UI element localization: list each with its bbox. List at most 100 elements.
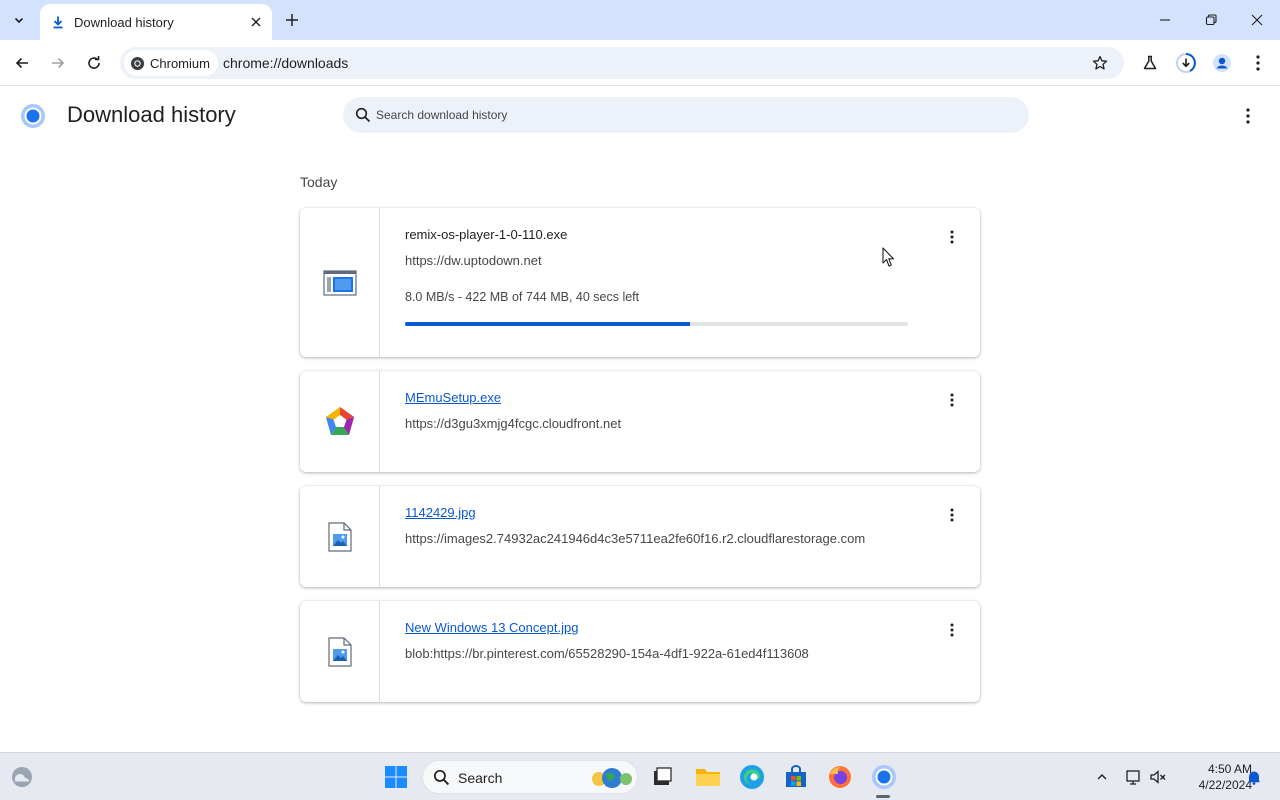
restore-button[interactable] — [1188, 0, 1234, 40]
file-icon-column — [300, 486, 380, 587]
firefox-icon — [829, 766, 851, 788]
file-name-link[interactable]: 1142429.jpg — [405, 505, 476, 520]
notifications-button[interactable] — [1238, 761, 1270, 793]
search-icon — [355, 107, 371, 123]
close-window-button[interactable] — [1234, 0, 1280, 40]
file-icon-column — [300, 601, 380, 702]
item-more-actions-button[interactable] — [940, 225, 964, 249]
kebab-menu-icon — [1256, 55, 1260, 71]
page-more-actions-button[interactable] — [1236, 104, 1260, 128]
exe-file-icon — [322, 269, 357, 296]
kebab-menu-icon — [1246, 108, 1250, 124]
forward-arrow-icon — [52, 57, 65, 69]
chromium-logo-icon — [872, 765, 896, 789]
reload-button[interactable] — [80, 49, 108, 77]
file-source-url[interactable]: https://images2.74932ac241946d4c3e5711ea… — [405, 531, 865, 546]
browser-toolbar: Chromium chrome://downloads — [0, 40, 1280, 86]
download-item: 1142429.jpg https://images2.74932ac24194… — [300, 486, 980, 587]
file-icon-column — [300, 371, 380, 472]
download-item: MEmuSetup.exe https://d3gu3xmjg4fcgc.clo… — [300, 371, 980, 472]
minimize-icon — [1160, 19, 1170, 21]
file-name: remix-os-player-1-0-110.exe — [405, 227, 568, 242]
windows-taskbar: Search 4:50 AM 4/22/2024 — [0, 752, 1280, 800]
file-icon-column — [300, 208, 380, 357]
site-info-chip[interactable]: Chromium — [124, 50, 218, 76]
active-app-indicator — [876, 795, 890, 798]
bookmark-star-icon[interactable] — [1090, 53, 1110, 73]
chip-label: Chromium — [150, 55, 210, 71]
tab-search-button[interactable] — [6, 7, 32, 33]
microsoft-store-button[interactable] — [780, 761, 812, 793]
download-progress-bar — [405, 322, 908, 326]
file-source-url[interactable]: https://dw.uptodown.net — [405, 253, 542, 268]
date-section-label: Today — [300, 174, 338, 190]
earth-day-highlight-icon — [592, 768, 632, 788]
file-explorer-button[interactable] — [692, 761, 724, 793]
mouse-cursor-icon — [882, 247, 895, 267]
network-icon — [1126, 770, 1140, 785]
file-name-link[interactable]: MEmuSetup.exe — [405, 390, 501, 405]
chevron-down-icon — [14, 17, 24, 24]
forward-button[interactable] — [44, 49, 72, 77]
kebab-menu-icon — [950, 623, 954, 637]
image-file-icon — [327, 636, 352, 667]
task-view-button[interactable] — [646, 761, 678, 793]
chromium-logo-icon — [130, 56, 145, 70]
file-name-link[interactable]: New Windows 13 Concept.jpg — [405, 620, 578, 635]
windows-logo-icon — [385, 766, 407, 788]
bell-icon — [1248, 771, 1260, 785]
show-hidden-icons-button[interactable] — [1086, 761, 1118, 793]
taskbar-search-label: Search — [458, 770, 503, 786]
download-icon — [50, 14, 66, 30]
back-arrow-icon — [15, 57, 28, 69]
item-more-actions-button[interactable] — [940, 618, 964, 642]
edge-browser-button[interactable] — [736, 761, 768, 793]
tab-download-history[interactable]: Download history — [40, 4, 272, 40]
image-file-icon — [327, 521, 352, 552]
downloads-button[interactable] — [1172, 49, 1200, 77]
browser-menu-button[interactable] — [1244, 49, 1272, 77]
volume-button[interactable] — [1142, 761, 1174, 793]
volume-muted-icon — [1150, 770, 1166, 784]
profile-button[interactable] — [1208, 49, 1236, 77]
search-input[interactable] — [376, 97, 976, 133]
tab-strip: Download history — [0, 0, 1280, 40]
start-button[interactable] — [380, 761, 412, 793]
taskbar-search-box[interactable]: Search — [422, 760, 638, 794]
tab-title: Download history — [74, 14, 174, 30]
tab-close-icon[interactable] — [246, 12, 266, 32]
back-button[interactable] — [8, 49, 36, 77]
download-progress-fill — [405, 322, 691, 326]
store-bag-icon — [786, 765, 806, 787]
close-icon — [1251, 14, 1263, 26]
search-downloads-field[interactable] — [343, 97, 1029, 133]
item-more-actions-button[interactable] — [940, 388, 964, 412]
download-progress-icon — [1176, 53, 1196, 73]
kebab-menu-icon — [950, 393, 954, 407]
weather-widget-icon — [12, 767, 32, 787]
memu-app-icon — [325, 406, 354, 435]
firefox-button[interactable] — [824, 761, 856, 793]
url-text[interactable]: chrome://downloads — [223, 55, 348, 71]
chevron-up-icon — [1097, 774, 1107, 780]
flask-icon — [1143, 55, 1157, 70]
reload-icon — [88, 56, 100, 69]
new-tab-button[interactable] — [280, 8, 304, 32]
kebab-menu-icon — [950, 230, 954, 244]
chromium-taskbar-button[interactable] — [868, 761, 900, 793]
folder-icon — [696, 769, 720, 786]
item-more-actions-button[interactable] — [940, 503, 964, 527]
download-item: remix-os-player-1-0-110.exe https://dw.u… — [300, 208, 980, 357]
address-bar[interactable]: Chromium chrome://downloads — [120, 47, 1124, 79]
restore-icon — [1205, 14, 1217, 26]
minimize-button[interactable] — [1142, 0, 1188, 40]
widgets-button[interactable] — [6, 761, 38, 793]
edge-icon — [740, 765, 764, 789]
downloads-page-logo-icon — [21, 104, 45, 128]
plus-icon — [286, 14, 298, 26]
file-source-url[interactable]: blob:https://br.pinterest.com/65528290-1… — [405, 646, 809, 661]
file-source-url[interactable]: https://d3gu3xmjg4fcgc.cloudfront.net — [405, 416, 621, 431]
download-status-text: 8.0 MB/s - 422 MB of 744 MB, 40 secs lef… — [405, 290, 640, 304]
kebab-menu-icon — [950, 508, 954, 522]
labs-button[interactable] — [1136, 49, 1164, 77]
